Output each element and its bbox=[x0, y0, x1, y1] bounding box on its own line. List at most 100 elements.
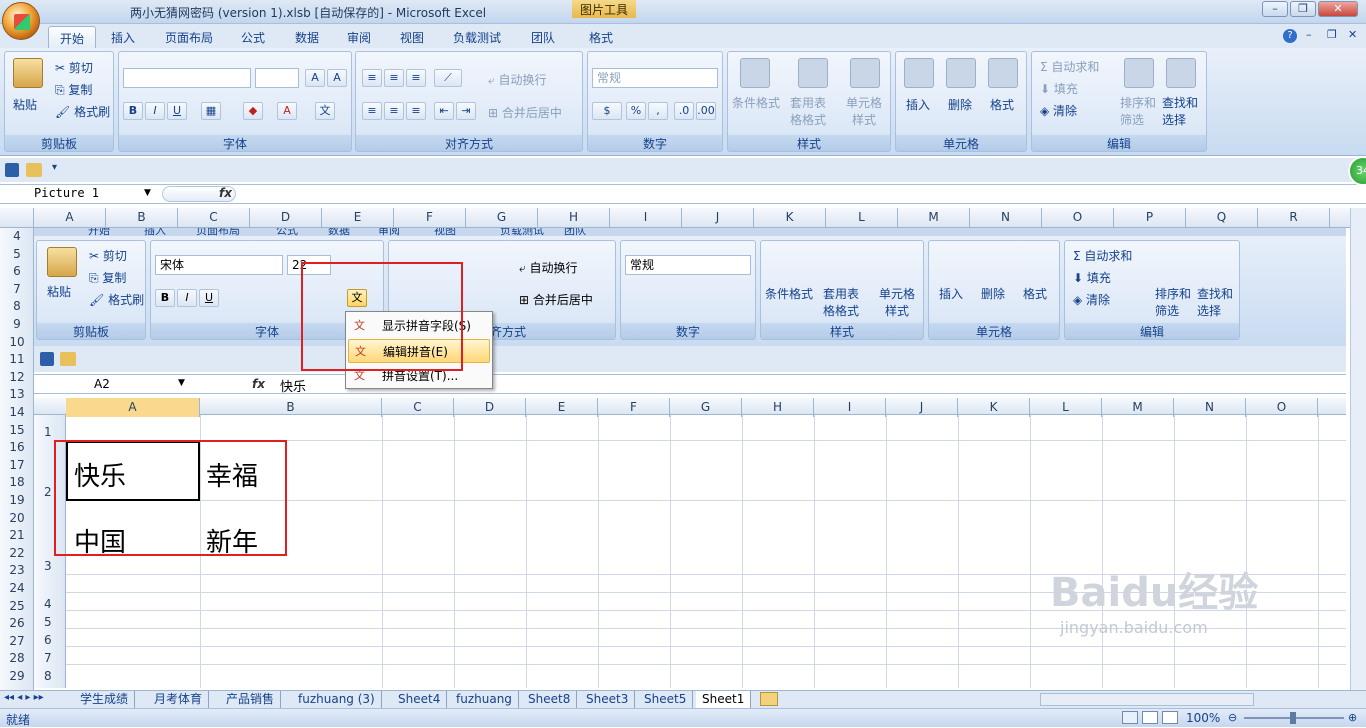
normal-view-icon[interactable] bbox=[1122, 711, 1138, 724]
cell-style-button[interactable]: 单元格样式 bbox=[842, 94, 886, 128]
increase-indent-button[interactable]: ⇥ bbox=[456, 102, 476, 120]
horizontal-scrollbar[interactable] bbox=[1040, 693, 1254, 706]
sheet-nav-icon[interactable]: ◂◂ ◂ ▸ ▸▸ bbox=[4, 692, 44, 703]
ribbon-restore-icon[interactable]: ❐ bbox=[1327, 28, 1337, 41]
row-header[interactable]: 22 bbox=[0, 545, 34, 563]
row-header[interactable]: 11 bbox=[0, 351, 34, 369]
row-header[interactable]: 7 bbox=[0, 281, 34, 299]
col-header[interactable]: P bbox=[1114, 208, 1186, 227]
row-header[interactable]: 15 bbox=[0, 422, 34, 440]
increase-decimal-button[interactable]: .0 bbox=[674, 102, 694, 120]
fx-icon[interactable]: fx bbox=[219, 186, 232, 200]
col-header[interactable]: L bbox=[826, 208, 898, 227]
align-middle-button[interactable]: ≡ bbox=[384, 69, 404, 87]
row-header[interactable]: 17 bbox=[0, 457, 34, 475]
col-header[interactable]: R bbox=[1258, 208, 1330, 227]
row-header[interactable]: 27 bbox=[0, 633, 34, 651]
tab-insert[interactable]: 插入 bbox=[100, 26, 146, 48]
close-button[interactable]: ✕ bbox=[1318, 1, 1358, 17]
sheet-tab[interactable]: 产品销售 bbox=[220, 691, 282, 708]
row-header[interactable]: 13 bbox=[0, 386, 34, 404]
align-bottom-button[interactable]: ≡ bbox=[406, 69, 426, 87]
row-header[interactable]: 23 bbox=[0, 562, 34, 580]
col-header[interactable]: K bbox=[754, 208, 826, 227]
font-size-combo[interactable] bbox=[255, 68, 299, 88]
insert-cells-button[interactable]: 插入 bbox=[906, 96, 930, 113]
find-select-button[interactable]: 查找和选择 bbox=[1162, 94, 1202, 128]
name-box-dropdown-icon[interactable]: ▼ bbox=[144, 188, 151, 198]
sheet-tab[interactable]: 学生成绩 bbox=[74, 691, 136, 708]
comma-button[interactable]: , bbox=[648, 102, 668, 120]
row-header[interactable]: 16 bbox=[0, 439, 34, 457]
minimize-button[interactable]: – bbox=[1262, 1, 1288, 17]
col-header[interactable]: F bbox=[394, 208, 466, 227]
col-header[interactable]: O bbox=[1042, 208, 1114, 227]
help-icon[interactable]: ? bbox=[1283, 29, 1297, 43]
row-header[interactable]: 9 bbox=[0, 316, 34, 334]
col-header[interactable]: N bbox=[970, 208, 1042, 227]
sheet-tab[interactable]: 月考体育 bbox=[148, 691, 210, 708]
wrap-text-button[interactable]: ⤶ 自动换行 bbox=[488, 71, 547, 88]
format-cells-button[interactable]: 格式 bbox=[990, 96, 1014, 113]
page-break-view-icon[interactable] bbox=[1162, 711, 1178, 724]
col-header[interactable]: C bbox=[178, 208, 250, 227]
col-header[interactable]: Q bbox=[1186, 208, 1258, 227]
tab-home[interactable]: 开始 bbox=[48, 26, 97, 48]
col-header[interactable]: E bbox=[322, 208, 394, 227]
copy-button[interactable]: ⎘ 复制 bbox=[55, 81, 92, 98]
page-layout-view-icon[interactable] bbox=[1142, 711, 1158, 724]
orientation-button[interactable]: ⟋ bbox=[434, 69, 462, 87]
fill-color-button[interactable]: ◆ bbox=[243, 102, 263, 120]
row-header[interactable]: 28 bbox=[0, 650, 34, 668]
phonetic-button[interactable]: 文 bbox=[315, 102, 335, 120]
customize-qat-icon[interactable]: ▾ bbox=[52, 162, 57, 173]
row-header[interactable]: 8 bbox=[0, 298, 34, 316]
ribbon-close-icon[interactable]: ✕ bbox=[1348, 28, 1357, 41]
row-header[interactable]: 19 bbox=[0, 492, 34, 510]
decrease-decimal-button[interactable]: .00 bbox=[696, 102, 716, 120]
autosum-button[interactable]: Σ 自动求和 bbox=[1040, 58, 1099, 75]
delete-cells-button[interactable]: 删除 bbox=[948, 96, 972, 113]
border-button[interactable]: ▦ bbox=[201, 102, 221, 120]
table-format-button[interactable]: 套用表格格式 bbox=[786, 94, 830, 128]
sheet-tab[interactable]: fuzhuang (3) bbox=[292, 691, 382, 708]
row-header[interactable]: 12 bbox=[0, 369, 34, 387]
align-top-button[interactable]: ≡ bbox=[362, 69, 382, 87]
font-name-combo[interactable] bbox=[123, 68, 251, 88]
tab-data[interactable]: 数据 bbox=[284, 26, 330, 48]
currency-button[interactable]: $ bbox=[592, 102, 622, 120]
zoom-level[interactable]: 100% bbox=[1186, 711, 1220, 725]
open-icon[interactable] bbox=[26, 163, 42, 177]
row-header[interactable]: 5 bbox=[0, 246, 34, 264]
number-format-combo[interactable]: 常规 bbox=[592, 68, 718, 88]
align-right-button[interactable]: ≡ bbox=[406, 102, 426, 120]
grow-font-button[interactable]: A bbox=[305, 69, 325, 87]
shrink-font-button[interactable]: A bbox=[327, 69, 347, 87]
zoom-in-icon[interactable]: ⊕ bbox=[1348, 711, 1357, 724]
tab-team[interactable]: 团队 bbox=[520, 26, 566, 48]
row-header[interactable]: 24 bbox=[0, 580, 34, 598]
tab-view[interactable]: 视图 bbox=[389, 26, 435, 48]
ribbon-minimize-icon[interactable]: – bbox=[1306, 28, 1312, 41]
tab-review[interactable]: 审阅 bbox=[336, 26, 382, 48]
tab-load-test[interactable]: 负载测试 bbox=[442, 26, 512, 48]
row-header[interactable]: 29 bbox=[0, 668, 34, 686]
paste-button[interactable]: 粘贴 bbox=[13, 96, 37, 113]
row-header[interactable]: 26 bbox=[0, 615, 34, 633]
col-header[interactable]: D bbox=[250, 208, 322, 227]
row-header[interactable]: 4 bbox=[0, 228, 34, 246]
select-all[interactable] bbox=[0, 208, 34, 227]
tab-page-layout[interactable]: 页面布局 bbox=[154, 26, 224, 48]
office-button[interactable] bbox=[2, 2, 40, 40]
row-header[interactable]: 25 bbox=[0, 598, 34, 616]
col-header[interactable]: J bbox=[682, 208, 754, 227]
row-header[interactable]: 18 bbox=[0, 474, 34, 492]
merge-center-button[interactable]: ⊞ 合并后居中 bbox=[488, 104, 562, 121]
bold-button[interactable]: B bbox=[123, 102, 143, 120]
col-header[interactable]: H bbox=[538, 208, 610, 227]
conditional-format-button[interactable]: 条件格式 bbox=[732, 94, 780, 111]
decrease-indent-button[interactable]: ⇤ bbox=[434, 102, 454, 120]
vertical-scrollbar[interactable] bbox=[1350, 208, 1366, 690]
clear-button[interactable]: ◈ 清除 bbox=[1040, 102, 1077, 119]
italic-button[interactable]: I bbox=[145, 102, 165, 120]
